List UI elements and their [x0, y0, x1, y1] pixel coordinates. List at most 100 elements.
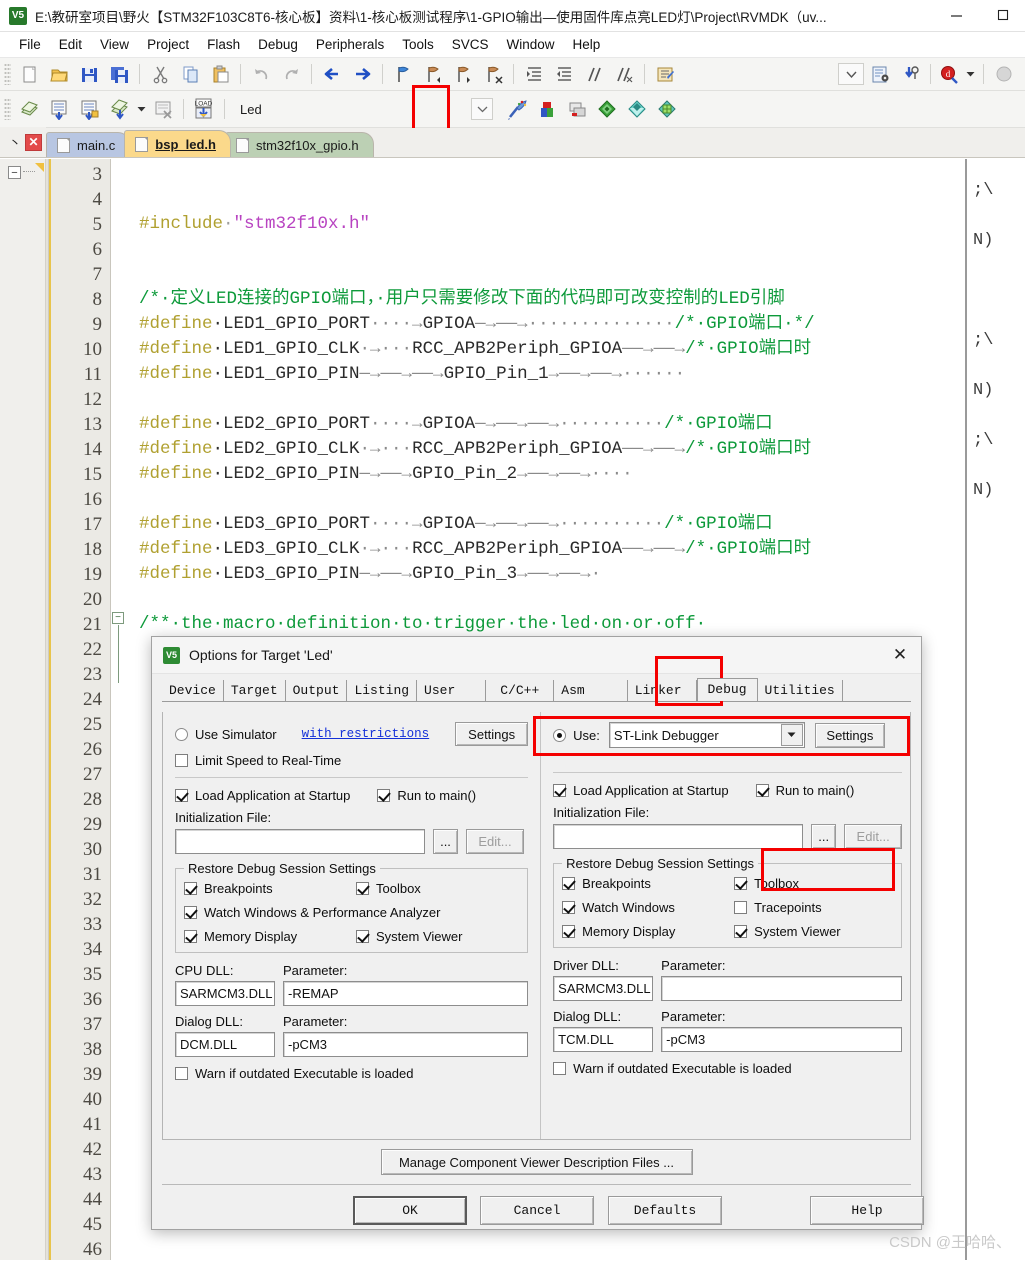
load-app-row-left[interactable]: Load Application at Startup Run to main(…: [175, 788, 528, 803]
manage-runtime-env-icon[interactable]: [623, 96, 651, 122]
dialog-tab-debug[interactable]: Debug: [696, 678, 758, 701]
status-indicator-icon[interactable]: [990, 61, 1018, 87]
code-line[interactable]: [127, 237, 1025, 262]
uncomment-icon[interactable]: [610, 61, 638, 87]
translate-icon[interactable]: [15, 96, 43, 122]
comment-icon[interactable]: [580, 61, 608, 87]
toolbar-grip[interactable]: [4, 98, 11, 120]
dialog-tab-device[interactable]: Device: [162, 680, 224, 701]
dropdown-arrow-icon[interactable]: [838, 63, 864, 85]
dialog-close-icon[interactable]: ✕: [879, 637, 921, 673]
menu-item-window[interactable]: Window: [497, 35, 563, 54]
outdent-icon[interactable]: [550, 61, 578, 87]
menu-item-view[interactable]: View: [91, 35, 138, 54]
stop-build-icon[interactable]: [149, 96, 177, 122]
menu-item-tools[interactable]: Tools: [393, 35, 443, 54]
find-dropdown-icon[interactable]: [963, 61, 977, 87]
code-line[interactable]: #define·LED1_GPIO_PORT····→GPIOA—→——→···…: [127, 312, 1025, 337]
init-file-input-right[interactable]: [553, 824, 804, 849]
dialog-tab-cpp[interactable]: C/C++: [486, 680, 555, 701]
redo-icon[interactable]: [277, 61, 305, 87]
use-simulator-row[interactable]: Use Simulator with restrictions Settings: [175, 722, 529, 746]
bookmark-next-icon[interactable]: [449, 61, 477, 87]
chevron-down-icon[interactable]: [780, 724, 803, 746]
warn-outdated-row-right[interactable]: Warn if outdated Executable is loaded: [553, 1061, 902, 1076]
code-line[interactable]: #define·LED2_GPIO_CLK·→···RCC_APB2Periph…: [127, 437, 1025, 462]
close-icon[interactable]: ✕: [25, 133, 42, 151]
warn-outdated-checkbox-left[interactable]: [175, 1067, 188, 1080]
manage-project-items-icon[interactable]: [533, 96, 561, 122]
system-viewer-checkbox-right[interactable]: [734, 925, 748, 938]
load-app-row-right[interactable]: Load Application at Startup Run to main(…: [553, 783, 902, 798]
bookmark-clear-icon[interactable]: [479, 61, 507, 87]
use-debugger-row[interactable]: Use: ST-Link Debugger Settings: [553, 722, 902, 748]
code-line[interactable]: /**·the·macro·definition·to·trigger·the·…: [127, 612, 1025, 637]
ok-button[interactable]: OK: [353, 1195, 467, 1225]
code-fold-gutter[interactable]: −: [111, 159, 127, 1260]
save-icon[interactable]: [75, 61, 103, 87]
code-line[interactable]: #define·LED1_GPIO_PIN—→——→——→GPIO_Pin_1→…: [127, 362, 1025, 387]
bookmark-toggle-icon[interactable]: [389, 61, 417, 87]
dialog-dll-input-left[interactable]: DCM.DLL: [175, 1032, 275, 1057]
limit-speed-row[interactable]: Limit Speed to Real-Time: [175, 753, 528, 768]
dialog-tab-user[interactable]: User: [417, 680, 487, 701]
code-line[interactable]: #define·LED2_GPIO_PIN—→——→GPIO_Pin_2→——→…: [127, 462, 1025, 487]
code-line[interactable]: #define·LED3_GPIO_PORT····→GPIOA—→——→——→…: [127, 512, 1025, 537]
code-line[interactable]: [127, 187, 1025, 212]
code-line[interactable]: #define·LED3_GPIO_CLK·→···RCC_APB2Periph…: [127, 537, 1025, 562]
download-icon[interactable]: LOAD: [190, 96, 218, 122]
driver-dll-parameter-input[interactable]: [661, 976, 903, 1001]
defaults-button[interactable]: Defaults: [608, 1195, 722, 1225]
menu-item-debug[interactable]: Debug: [249, 35, 307, 54]
warn-outdated-checkbox-right[interactable]: [553, 1062, 567, 1075]
dialog-dll-input-right[interactable]: TCM.DLL: [553, 1027, 654, 1052]
menu-item-svcs[interactable]: SVCS: [443, 35, 498, 54]
undo-icon[interactable]: [247, 61, 275, 87]
dialog-tab-linker[interactable]: Linker: [628, 680, 697, 701]
open-file-icon[interactable]: [45, 61, 73, 87]
tracepoints-checkbox[interactable]: [734, 901, 748, 914]
configure-icon[interactable]: [651, 61, 679, 87]
system-viewer-checkbox-left[interactable]: [356, 930, 369, 943]
code-line[interactable]: [127, 587, 1025, 612]
navigate-backward-icon[interactable]: [318, 61, 346, 87]
init-file-browse-button-left[interactable]: ...: [433, 829, 458, 854]
dialog-tab-utilities[interactable]: Utilities: [758, 680, 843, 701]
collapse-toggle-icon[interactable]: −: [8, 166, 21, 179]
run-to-main-checkbox[interactable]: [377, 789, 391, 802]
memory-display-checkbox-left[interactable]: [184, 930, 197, 943]
toolbox-checkbox-left[interactable]: [356, 882, 369, 895]
pack-installer-icon[interactable]: [593, 96, 621, 122]
run-to-main-checkbox-right[interactable]: [755, 784, 769, 797]
new-file-icon[interactable]: [15, 61, 43, 87]
dialog-tab-output[interactable]: Output: [286, 680, 348, 701]
rebuild-icon[interactable]: [75, 96, 103, 122]
configuration-wizard-icon[interactable]: [866, 61, 894, 87]
watch-windows-checkbox-left[interactable]: [184, 906, 197, 919]
debugger-settings-button[interactable]: Settings: [814, 722, 885, 748]
menu-item-file[interactable]: File: [10, 35, 50, 54]
code-line[interactable]: [127, 487, 1025, 512]
toolbox-checkbox-right[interactable]: [734, 877, 748, 890]
with-restrictions-link[interactable]: with restrictions: [302, 727, 430, 741]
editor-tab-main-c[interactable]: main.c: [46, 132, 131, 157]
dialog-dll-parameter-input-right[interactable]: -pCM3: [661, 1027, 903, 1052]
toolbar-grip[interactable]: [4, 63, 11, 85]
paste-icon[interactable]: [206, 61, 234, 87]
code-line[interactable]: #define·LED1_GPIO_CLK·→···RCC_APB2Periph…: [127, 337, 1025, 362]
batch-build-icon[interactable]: [105, 96, 133, 122]
save-all-icon[interactable]: [105, 61, 133, 87]
maximize-restore-button[interactable]: [979, 0, 1025, 32]
code-line[interactable]: [127, 162, 1025, 187]
limit-speed-checkbox[interactable]: [175, 754, 188, 767]
menu-item-edit[interactable]: Edit: [50, 35, 91, 54]
menu-item-help[interactable]: Help: [564, 35, 610, 54]
project-target-selector[interactable]: Led: [236, 98, 471, 120]
init-file-edit-button-left[interactable]: Edit...: [466, 829, 524, 854]
project-target-dropdown-icon[interactable]: [471, 98, 493, 120]
help-button[interactable]: Help: [810, 1195, 924, 1225]
debugger-select[interactable]: ST-Link Debugger: [608, 722, 805, 748]
breakpoints-checkbox-left[interactable]: [184, 882, 197, 895]
debug-settings-icon[interactable]: [896, 61, 924, 87]
find-in-files-icon[interactable]: d: [937, 61, 961, 87]
